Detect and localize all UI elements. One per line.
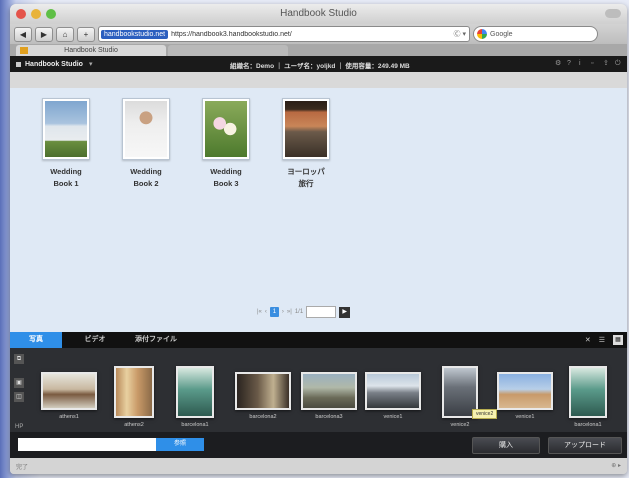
status-text: 完了: [16, 465, 29, 471]
photo-caption: venice2: [450, 422, 470, 428]
next-page-button[interactable]: ›: [282, 309, 284, 315]
info-icon[interactable]: i: [579, 59, 585, 68]
strip-photo[interactable]: venice1: [364, 372, 422, 420]
window-icon[interactable]: ▫: [591, 59, 597, 68]
app-logo-icon: [16, 61, 21, 67]
tab-handbook-studio[interactable]: Handbook Studio: [16, 45, 166, 56]
browser-window: Handbook Studio ◀ ▶ ⌂ + handbookstudio.n…: [10, 4, 627, 474]
book-item[interactable]: Wedding Book 3: [186, 98, 266, 190]
book-item[interactable]: Wedding Book 2: [106, 98, 186, 190]
upload-footer: 参照 購入 アップロード: [10, 432, 627, 458]
book-thumbnail[interactable]: [202, 98, 250, 160]
strip-photo[interactable]: athens1: [40, 372, 98, 420]
media-controls: ✕ ☰ ▦: [585, 335, 623, 345]
prev-page-button[interactable]: ‹: [265, 309, 267, 315]
header-icons: ⚙ ? i ▫ ⇪ ⏻: [555, 59, 621, 68]
add-bookmark-button[interactable]: +: [77, 26, 95, 42]
help-icon[interactable]: ?: [567, 59, 573, 68]
buy-button[interactable]: 購入: [472, 437, 540, 454]
current-page[interactable]: 1: [269, 307, 279, 317]
book-item[interactable]: Wedding Book 1: [26, 98, 106, 190]
settings-icon[interactable]: ⚙: [555, 59, 561, 68]
strip-photo[interactable]: barcelona2: [234, 372, 292, 420]
upload-button[interactable]: アップロード: [548, 437, 622, 454]
url-host-badge: handbookstudio.net: [101, 29, 169, 39]
window-title: Handbook Studio: [280, 8, 357, 19]
strip-photo[interactable]: athens2: [110, 366, 158, 428]
photo-caption: barcelona3: [315, 414, 343, 420]
title-bar: Handbook Studio: [10, 4, 627, 24]
address-bar[interactable]: handbookstudio.net https://handbook3.han…: [98, 26, 470, 42]
copy-icon[interactable]: ⧉: [14, 354, 24, 364]
url-text[interactable]: https://handbook3.handbookstudio.net/: [171, 31, 444, 38]
page-jump-input[interactable]: [306, 306, 337, 318]
photo-caption: venice1: [515, 414, 535, 420]
media-tabs: 写真 ビデオ 添付ファイル ✕ ☰ ▦: [10, 332, 627, 348]
app-menu-chevron-icon[interactable]: ▾: [89, 60, 93, 68]
book-title: Wedding Book 3: [210, 167, 242, 188]
page-count: 1/1: [294, 309, 304, 315]
new-tab[interactable]: [168, 45, 288, 56]
strip-side-label: HP: [15, 424, 24, 430]
photo-caption: barcelona1: [574, 422, 602, 428]
google-icon: [477, 29, 487, 39]
list-view-icon[interactable]: ☰: [599, 336, 605, 344]
browser-toolbar: ◀ ▶ ⌂ + handbookstudio.net https://handb…: [10, 24, 627, 44]
first-page-button[interactable]: |«: [257, 309, 262, 315]
tab-videos[interactable]: ビデオ: [70, 332, 120, 348]
photo-caption: athens2: [124, 422, 144, 428]
book-gallery: Wedding Book 1 Wedding Book 2 Wedding Bo…: [10, 88, 627, 332]
photo-strip: ⧉ ▣ ◫ HP athens1 athens2 barcelona1 barc…: [10, 348, 627, 432]
search-field[interactable]: Google: [473, 26, 598, 42]
tab-bar: Handbook Studio: [10, 44, 627, 56]
url-reload-icon[interactable]: Ⓒ ▾: [444, 29, 469, 39]
book-thumbnail[interactable]: [282, 98, 330, 160]
book-item[interactable]: ヨーロッパ 旅行: [266, 98, 346, 190]
user-info: 組織名：Demo ｜ ユーザ名：yoljkd ｜ 使用容量：249.49 MB: [230, 63, 410, 70]
toolbar-toggle-button[interactable]: [605, 9, 621, 18]
back-button[interactable]: ◀: [14, 26, 32, 42]
strip-photo[interactable]: barcelona1: [170, 366, 220, 428]
tab-photos[interactable]: 写真: [10, 332, 62, 348]
share-icon[interactable]: ⇪: [603, 59, 609, 68]
book-thumbnail[interactable]: [122, 98, 170, 160]
page-go-button[interactable]: ▶: [339, 306, 351, 318]
book-title: Wedding Book 1: [50, 167, 82, 188]
favicon-icon: [20, 47, 28, 54]
photo-tooltip: venice2: [472, 409, 498, 419]
status-icons: ⊕ ▸: [611, 463, 621, 469]
strip-side-buttons: ⧉ ▣ ◫: [14, 354, 28, 416]
strip-photo[interactable]: barcelona1: [566, 366, 610, 428]
home-button[interactable]: ⌂: [56, 26, 74, 42]
last-page-button[interactable]: »|: [287, 309, 292, 315]
strip-photo[interactable]: venice1: [496, 372, 554, 420]
tab-attachments[interactable]: 添付ファイル: [126, 332, 186, 348]
logout-icon[interactable]: ⏻: [615, 59, 621, 68]
file-path-input[interactable]: [18, 438, 156, 451]
photo-caption: barcelona2: [249, 414, 277, 420]
grid-view-icon[interactable]: ▦: [613, 335, 623, 345]
app-header: Handbook Studio ▾ 組織名：Demo ｜ ユーザ名：yoljkd…: [10, 56, 627, 72]
status-bar: 完了 ⊕ ▸: [10, 458, 627, 474]
app-name[interactable]: Handbook Studio: [25, 61, 83, 68]
forward-button[interactable]: ▶: [35, 26, 53, 42]
pagination: |« ‹ 1 › »| 1/1 ▶: [257, 306, 351, 318]
tab-label: Handbook Studio: [64, 47, 118, 54]
close-icon[interactable]: ✕: [585, 336, 591, 344]
browse-button[interactable]: 参照: [156, 438, 204, 451]
photo-caption: athens1: [59, 414, 79, 420]
search-placeholder: Google: [490, 30, 513, 38]
select-icon[interactable]: ▣: [14, 378, 24, 388]
photo-caption: venice1: [383, 414, 403, 420]
book-thumbnail[interactable]: [42, 98, 90, 160]
book-title: Wedding Book 2: [130, 167, 162, 188]
book-title: ヨーロッパ 旅行: [287, 167, 325, 188]
panel-icon[interactable]: ◫: [14, 392, 24, 402]
photo-caption: barcelona1: [181, 422, 209, 428]
strip-photo[interactable]: barcelona3: [300, 372, 358, 420]
